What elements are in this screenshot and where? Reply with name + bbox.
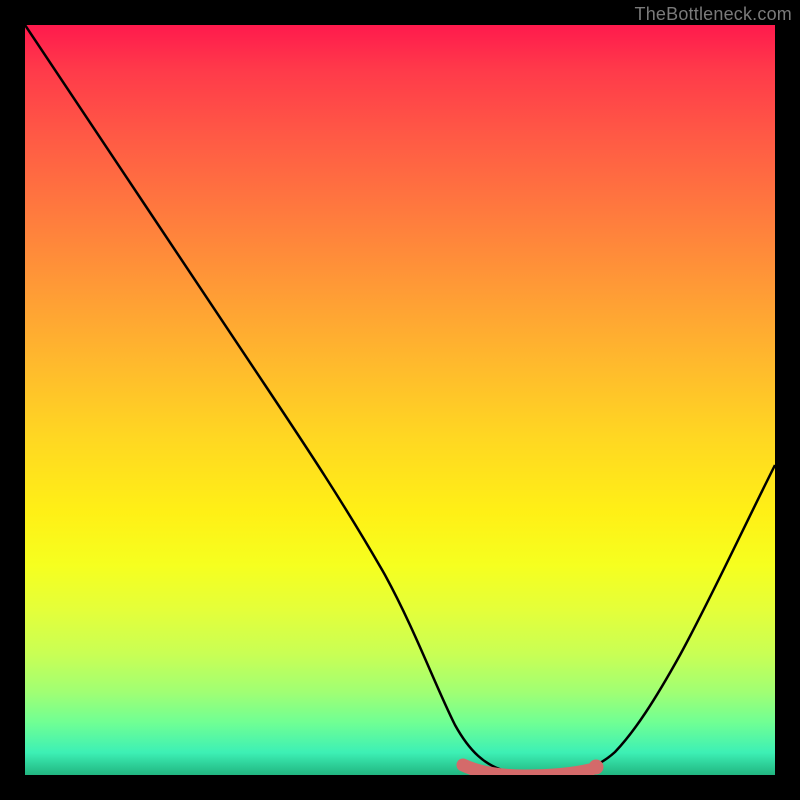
optimal-end-dot xyxy=(589,760,604,775)
bottleneck-curve-svg xyxy=(25,25,775,775)
attribution-label: TheBottleneck.com xyxy=(635,4,792,25)
chart-plot-area xyxy=(25,25,775,775)
chart-frame: TheBottleneck.com xyxy=(0,0,800,800)
optimal-range-band xyxy=(463,765,590,775)
bottleneck-curve xyxy=(25,25,775,775)
